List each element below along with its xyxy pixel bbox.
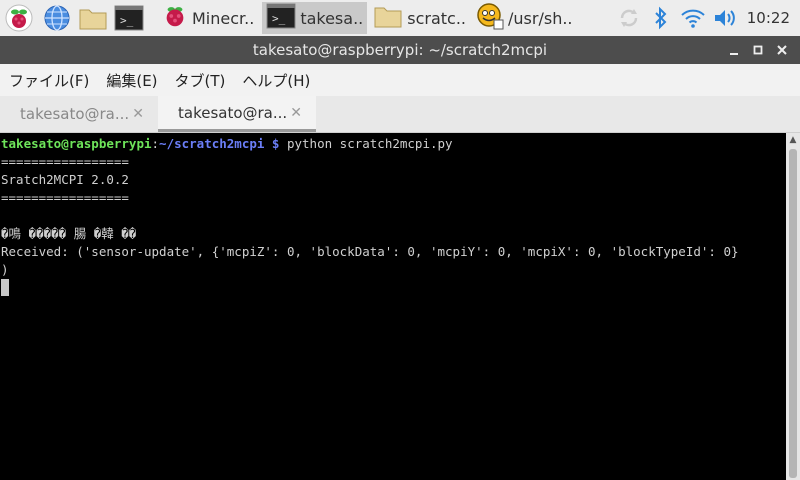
window-controls [722,36,794,64]
output-line: ================= [1,154,129,169]
task-scratch[interactable]: /usr/sh.. [472,2,576,34]
prompt-path: ~/scratch2mcpi [159,136,265,151]
task-minecraft[interactable]: Minecr.. [158,2,258,34]
window-titlebar[interactable]: takesato@raspberrypi: ~/scratch2mcpi [0,36,800,64]
window-title: takesato@raspberrypi: ~/scratch2mcpi [252,41,548,59]
prompt-line: takesato@raspberrypi:~/scratch2mcpi $ py… [0,135,786,153]
output-line: �鳴 ����� 腸 �韓 �� [1,226,137,241]
menu-edit[interactable]: 編集(E) [106,70,157,91]
prompt-command: python scratch2mcpi.py [286,136,453,151]
terminal-icon: >_ [266,3,296,33]
output-line: ================= [1,190,129,205]
minimize-button[interactable] [722,38,746,62]
system-tray: 10:22 [613,0,800,36]
task-terminal[interactable]: >_ takesa.. [262,2,368,34]
raspberry-icon [162,3,188,33]
tab-label: takesato@ra... [178,103,288,122]
menu-help[interactable]: ヘルプ(H) [242,70,310,91]
output-line: ) [1,262,9,277]
taskbar: >_ Minecr.. >_ takesa.. scratc.. /usr/sh… [0,0,800,36]
task-label: Minecr.. [192,8,255,28]
scroll-up-icon[interactable]: ▲ [786,133,800,147]
volume-icon[interactable] [709,0,741,36]
text-cursor [1,279,9,296]
svg-text:>_: >_ [272,12,286,25]
scratch-cat-icon [476,2,504,34]
raspberry-menu-icon[interactable] [4,3,34,33]
tab-2[interactable]: takesato@ra... ✕ [158,96,316,132]
clock[interactable]: 10:22 [747,9,790,27]
tab-bar: takesato@ra... ✕ takesato@ra... ✕ [0,96,800,133]
cursor-line [0,279,786,297]
svg-text:>_: >_ [120,14,134,27]
menu-bar: ファイル(F) 編集(E) タブ(T) ヘルプ(H) [0,64,800,96]
task-label: /usr/sh.. [508,8,573,28]
prompt-separator: : [151,136,160,151]
prompt-dollar: $ [264,136,287,151]
menu-file[interactable]: ファイル(F) [9,70,89,91]
folder-icon [373,3,403,33]
web-browser-icon[interactable] [42,3,72,33]
output-line: Sratch2MCPI 2.0.2 [1,172,129,187]
close-button[interactable] [770,38,794,62]
terminal-output[interactable]: takesato@raspberrypi:~/scratch2mcpi $ py… [0,133,786,480]
scroll-thumb[interactable] [789,149,797,478]
task-label: scratc.. [407,8,467,28]
task-label: takesa.. [300,8,364,28]
update-icon[interactable] [613,0,645,36]
tab-close-icon[interactable]: ✕ [132,106,144,122]
output-line: Received: ('sensor-update', {'mcpiZ': 0,… [1,244,739,259]
file-manager-icon[interactable] [78,3,108,33]
wifi-icon[interactable] [677,0,709,36]
prompt-user: takesato@raspberrypi [1,136,152,151]
tab-close-icon[interactable]: ✕ [290,105,302,121]
tab-1[interactable]: takesato@ra... ✕ [0,96,158,132]
terminal-launcher-icon[interactable]: >_ [114,3,144,33]
task-scratch-folder[interactable]: scratc.. [369,2,470,34]
tab-label: takesato@ra... [20,105,130,123]
maximize-button[interactable] [746,38,770,62]
bluetooth-icon[interactable] [645,0,677,36]
scrollbar[interactable]: ▲ [786,133,800,480]
menu-tabs[interactable]: タブ(T) [175,70,226,91]
